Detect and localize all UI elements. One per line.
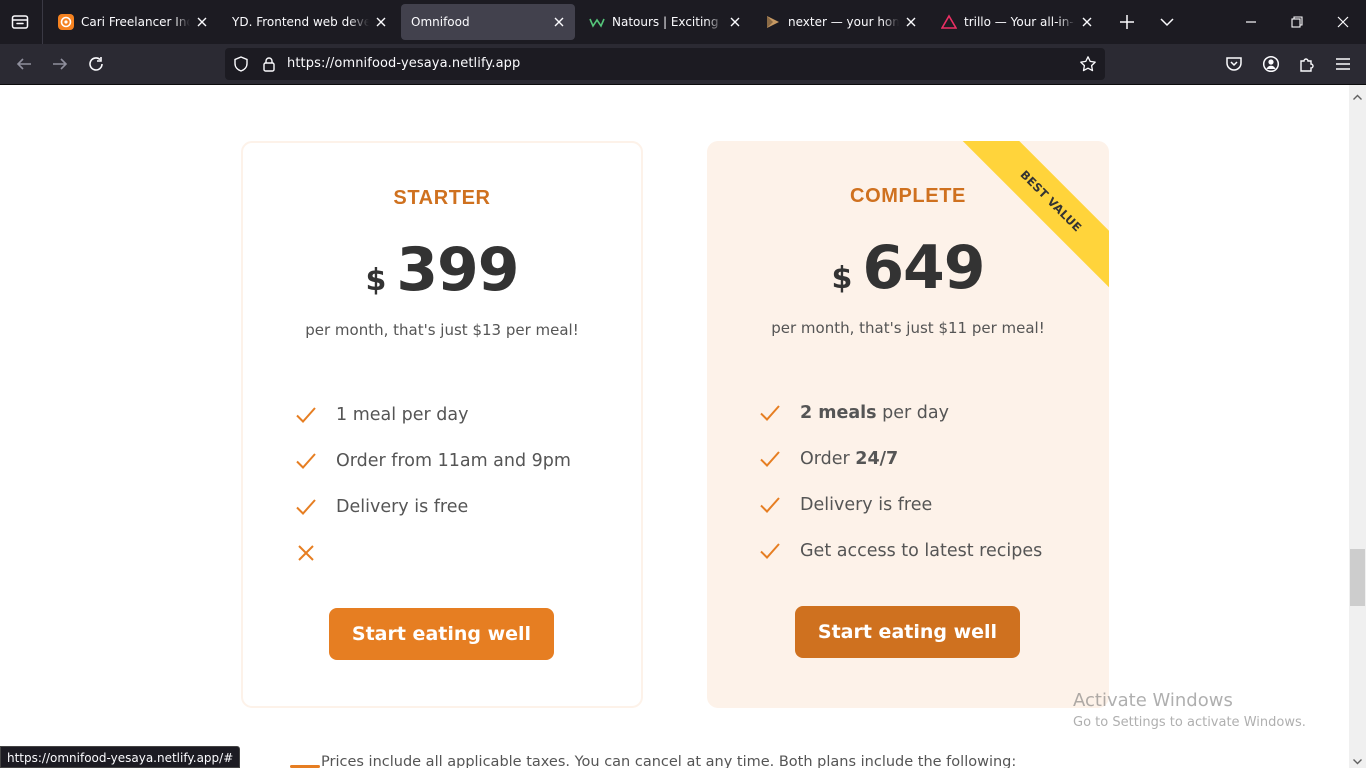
feature-text: 2 meals per day xyxy=(800,403,949,423)
plan-name: STARTER xyxy=(393,187,491,209)
pricing-plan-starter: STARTER $399 per month, that's just $13 … xyxy=(241,141,643,708)
tab-yd-frontend[interactable]: YD. Frontend web developer xyxy=(222,4,397,40)
sribulancer-icon xyxy=(58,14,74,30)
menu-hamburger-icon[interactable] xyxy=(1333,54,1353,74)
nexter-icon xyxy=(765,14,781,30)
feature-item: Get access to latest recipes xyxy=(757,528,1042,574)
feature-item-excluded xyxy=(293,530,571,576)
extensions-icon[interactable] xyxy=(1297,54,1317,74)
checkmark-icon xyxy=(293,448,319,474)
watermark-title: Activate Windows xyxy=(1073,690,1233,711)
feature-text: Delivery is free xyxy=(800,495,933,515)
feature-text: Delivery is free xyxy=(336,497,469,517)
feature-list: 1 meal per day Order from 11am and 9pm D… xyxy=(293,392,571,576)
back-icon[interactable] xyxy=(14,54,34,74)
feature-text-bold: 2 meals xyxy=(800,403,877,423)
checkmark-icon xyxy=(293,402,319,428)
close-tab-icon[interactable] xyxy=(1079,14,1095,30)
address-bar[interactable]: https://omnifood-yesaya.netlify.app xyxy=(225,48,1105,80)
feature-text: Order from 11am and 9pm xyxy=(336,451,571,471)
feature-item: Delivery is free xyxy=(293,484,571,530)
close-tab-icon[interactable] xyxy=(903,14,919,30)
close-tab-icon[interactable] xyxy=(373,14,389,30)
checkmark-icon xyxy=(293,494,319,520)
feature-item: Order from 11am and 9pm xyxy=(293,438,571,484)
checkmark-icon xyxy=(757,400,783,426)
firefox-view-icon[interactable] xyxy=(8,10,32,34)
tab-nexter[interactable]: nexter — your home, your freedom xyxy=(755,4,927,40)
new-tab-icon[interactable] xyxy=(1118,13,1136,31)
windows-activation-watermark: Activate Windows Go to Settings to activ… xyxy=(1073,690,1306,730)
navigation-toolbar: https://omnifood-yesaya.netlify.app xyxy=(0,44,1366,85)
close-tab-icon[interactable] xyxy=(194,14,210,30)
plan-price: $649 xyxy=(707,233,1109,303)
tab-title: YD. Frontend web developer xyxy=(232,15,369,29)
price-amount: 399 xyxy=(396,235,519,305)
feature-text-post: per day xyxy=(876,403,949,423)
bookmark-star-icon[interactable] xyxy=(1079,55,1097,73)
checkmark-icon xyxy=(757,538,783,564)
cross-icon xyxy=(293,540,319,566)
close-window-icon[interactable] xyxy=(1333,12,1353,32)
scrollbar-thumb[interactable] xyxy=(1350,549,1365,606)
vertical-scrollbar[interactable] xyxy=(1349,85,1366,768)
pricing-footnote: Prices include all applicable taxes. You… xyxy=(321,754,1017,768)
start-eating-well-button[interactable]: Start eating well xyxy=(329,608,554,660)
price-note: per month, that's just $11 per meal! xyxy=(771,319,1045,337)
tab-strip: Cari Freelancer Indonesia YD. Frontend w… xyxy=(0,0,1366,44)
tab-natours[interactable]: Natours | Exciting tours xyxy=(579,4,751,40)
tab-title: Cari Freelancer Indonesia xyxy=(81,15,190,29)
feature-list: 2 meals per day Order 24/7 Delivery is f… xyxy=(757,390,1042,574)
close-tab-icon[interactable] xyxy=(551,14,567,30)
status-link-preview: https://omnifood-yesaya.netlify.app/# xyxy=(0,746,241,768)
start-eating-well-button[interactable]: Start eating well xyxy=(795,606,1020,658)
feature-text-bold: 24/7 xyxy=(855,449,899,469)
tab-cari-freelancer[interactable]: Cari Freelancer Indonesia xyxy=(48,4,218,40)
pocket-icon[interactable] xyxy=(1224,54,1244,74)
currency-symbol: $ xyxy=(831,261,853,296)
restore-icon[interactable] xyxy=(1287,12,1307,32)
tab-title: Natours | Exciting tours xyxy=(612,15,723,29)
pricing-plan-complete: BEST VALUE COMPLETE $649 per month, that… xyxy=(707,141,1109,708)
forward-icon[interactable] xyxy=(50,54,70,74)
close-tab-icon[interactable] xyxy=(727,14,743,30)
scroll-down-arrow-icon[interactable] xyxy=(1352,752,1363,765)
watermark-subtitle: Go to Settings to activate Windows. xyxy=(1073,715,1306,730)
minimize-icon[interactable] xyxy=(1241,12,1261,32)
feature-text-pre: Order xyxy=(800,449,856,469)
feature-item: 1 meal per day xyxy=(293,392,571,438)
tab-separator xyxy=(42,0,43,44)
feature-text: Order 24/7 xyxy=(800,449,898,469)
checkmark-icon xyxy=(757,446,783,472)
tab-trillo[interactable]: trillo — Your all-in-one xyxy=(931,4,1103,40)
feature-item: Order 24/7 xyxy=(757,436,1042,482)
feature-text: Get access to latest recipes xyxy=(800,541,1043,561)
trillo-icon xyxy=(941,14,957,30)
price-amount: 649 xyxy=(862,233,985,303)
tab-title: nexter — your home, your freedom xyxy=(788,15,899,29)
feature-item: Delivery is free xyxy=(757,482,1042,528)
feature-text: 1 meal per day xyxy=(336,405,469,425)
page-viewport: STARTER $399 per month, that's just $13 … xyxy=(0,85,1349,768)
tab-title: Omnifood xyxy=(411,15,470,29)
url-text[interactable]: https://omnifood-yesaya.netlify.app xyxy=(287,56,520,71)
lock-icon[interactable] xyxy=(261,56,277,72)
tracking-protection-shield-icon[interactable] xyxy=(233,56,249,72)
scroll-up-arrow-icon[interactable] xyxy=(1352,88,1363,100)
tab-omnifood[interactable]: Omnifood xyxy=(401,4,575,40)
feature-item: 2 meals per day xyxy=(757,390,1042,436)
tab-title: trillo — Your all-in-one xyxy=(964,15,1075,29)
price-note: per month, that's just $13 per meal! xyxy=(305,321,579,339)
plan-name: COMPLETE xyxy=(850,185,966,207)
natours-icon xyxy=(589,14,605,30)
currency-symbol: $ xyxy=(365,263,387,298)
list-all-tabs-icon[interactable] xyxy=(1158,13,1176,31)
reload-icon[interactable] xyxy=(86,54,106,74)
plan-price: $399 xyxy=(243,235,641,305)
account-icon[interactable] xyxy=(1261,54,1281,74)
checkmark-icon xyxy=(757,492,783,518)
